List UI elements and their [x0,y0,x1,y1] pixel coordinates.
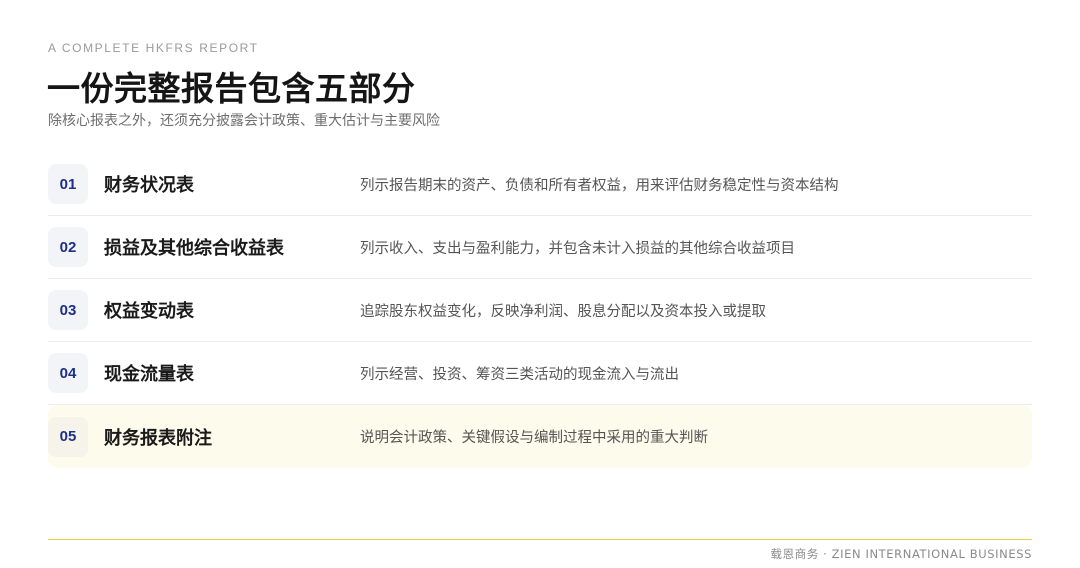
item-name: 财务状况表 [104,175,194,196]
item-name: 财务报表附注 [104,427,212,449]
footer-divider [48,539,1032,540]
item-name: 现金流量表 [104,364,194,385]
eyebrow-label: A COMPLETE HKFRS REPORT [48,41,259,55]
item-number: 04 [48,353,88,393]
item-description: 列示经营、投资、筹资三类活动的现金流入与流出 [360,366,679,383]
footer-brand: 载恩商务 · ZIEN INTERNATIONAL BUSINESS [770,547,1032,561]
item-number: 03 [48,290,88,330]
item-number: 05 [48,416,88,457]
item-description: 说明会计政策、关键假设与编制过程中采用的重大判断 [360,430,708,446]
page-title: 一份完整报告包含五部分 [47,69,416,108]
page-subtitle: 除核心报表之外，还须充分披露会计政策、重大估计与主要风险 [48,113,440,129]
item-name: 损益及其他综合收益表 [104,238,284,259]
slide: A COMPLETE HKFRS REPORT 一份完整报告包含五部分 除核心报… [0,0,1080,568]
item-number: 02 [48,227,88,267]
item-description: 追踪股东权益变化，反映净利润、股息分配以及资本投入或提取 [360,303,766,320]
item-number: 01 [48,164,88,204]
list-item: 04 现金流量表 列示经营、投资、筹资三类活动的现金流入与流出 [48,342,1032,405]
section-list: 01 财务状况表 列示报告期末的资产、负债和所有者权益，用来评估财务稳定性与资本… [48,153,1032,468]
item-description: 列示报告期末的资产、负债和所有者权益，用来评估财务稳定性与资本结构 [360,177,839,194]
item-description: 列示收入、支出与盈利能力，并包含未计入损益的其他综合收益项目 [360,240,795,257]
list-item: 03 权益变动表 追踪股东权益变化，反映净利润、股息分配以及资本投入或提取 [48,279,1032,342]
item-name: 权益变动表 [104,301,194,322]
list-item-highlighted: 05 财务报表附注 说明会计政策、关键假设与编制过程中采用的重大判断 [48,405,1032,468]
list-item: 01 财务状况表 列示报告期末的资产、负债和所有者权益，用来评估财务稳定性与资本… [48,153,1032,216]
list-item: 02 损益及其他综合收益表 列示收入、支出与盈利能力，并包含未计入损益的其他综合… [48,216,1032,279]
